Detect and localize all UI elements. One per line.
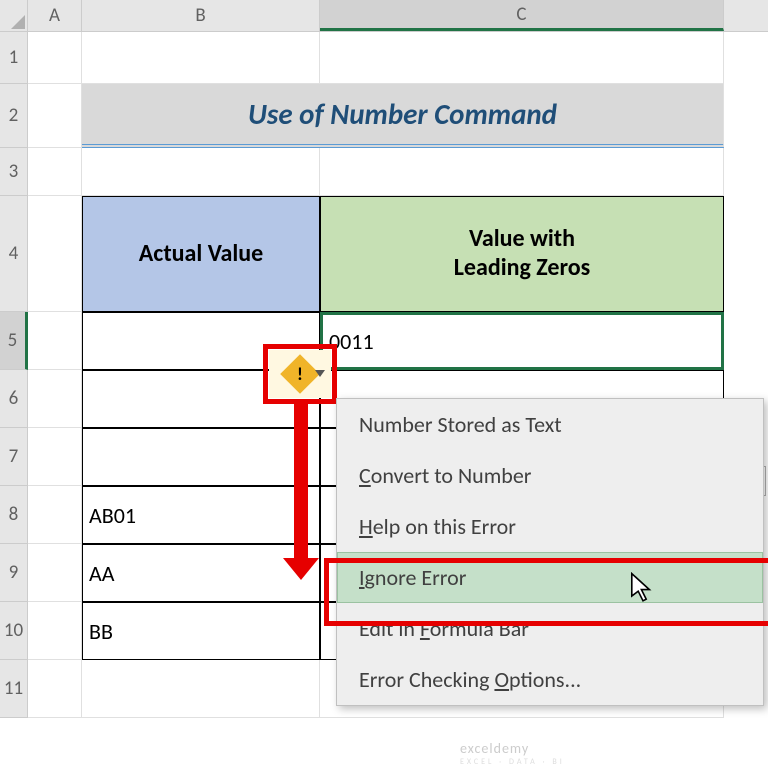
row-header-9[interactable]: 9 (0, 544, 28, 602)
cell-a8[interactable] (28, 486, 82, 544)
cell-b3[interactable] (82, 148, 320, 196)
cell-a2[interactable] (28, 84, 82, 148)
cell-b11[interactable] (82, 660, 320, 718)
cell-a5[interactable] (28, 312, 82, 370)
watermark: exceldemy EXCEL · DATA · BI (460, 740, 565, 767)
cell-a10[interactable] (28, 602, 82, 660)
menu-edit-formula-bar[interactable]: Edit in Formula Bar (337, 603, 763, 654)
mouse-cursor-icon (630, 572, 656, 612)
menu-help-on-error[interactable]: Help on this Error (337, 501, 763, 552)
chevron-down-icon (315, 370, 325, 377)
select-all-corner[interactable] (0, 0, 28, 31)
menu-number-stored-as-text[interactable]: Number Stored as Text (337, 399, 763, 450)
header-actual-value[interactable]: Actual Value (82, 196, 320, 312)
cell-a1[interactable] (28, 32, 82, 84)
cell-a4[interactable] (28, 196, 82, 312)
row-header-3[interactable]: 3 (0, 148, 28, 196)
row-header-2[interactable]: 2 (0, 84, 28, 148)
menu-underline-h: H (359, 513, 373, 540)
col-header-b[interactable]: B (82, 0, 320, 31)
cell-a7[interactable] (28, 428, 82, 486)
col-header-c[interactable]: C (320, 0, 724, 31)
cell-a11[interactable] (28, 660, 82, 718)
cell-a9[interactable] (28, 544, 82, 602)
cell-c3[interactable] (320, 148, 724, 196)
col-header-a[interactable]: A (28, 0, 82, 31)
column-headers: A B C (0, 0, 768, 32)
header-leading-zeros[interactable]: Value with Leading Zeros (320, 196, 724, 312)
row-header-8[interactable]: 8 (0, 486, 28, 544)
cell-b7[interactable] (82, 428, 320, 486)
title-cell[interactable]: Use of Number Command (82, 84, 724, 148)
row-header-10[interactable]: 10 (0, 602, 28, 660)
menu-error-checking-options[interactable]: Error Checking Options... (337, 654, 763, 705)
row-header-11[interactable]: 11 (0, 660, 28, 718)
row-header-6[interactable]: 6 (0, 370, 28, 428)
menu-underline-f: F (420, 615, 430, 642)
menu-underline-c: C (359, 462, 371, 489)
cell-b10[interactable]: BB (82, 602, 320, 660)
cell-c5[interactable]: 0011 (320, 312, 724, 370)
row-header-1[interactable]: 1 (0, 32, 28, 84)
row-header-4[interactable]: 4 (0, 196, 28, 312)
warning-icon: ! (280, 354, 320, 394)
error-smart-tag[interactable]: ! (269, 350, 331, 398)
cell-b1[interactable] (82, 32, 320, 84)
menu-convert-to-number[interactable]: Convert to Number (337, 450, 763, 501)
menu-ignore-error[interactable]: Ignore Error (337, 552, 763, 603)
cell-b8[interactable]: AB01 (82, 486, 320, 544)
error-context-menu: Number Stored as Text Convert to Number … (336, 398, 764, 706)
cell-a3[interactable] (28, 148, 82, 196)
cell-a6[interactable] (28, 370, 82, 428)
menu-underline-o: O (494, 666, 509, 693)
row-header-7[interactable]: 7 (0, 428, 28, 486)
row-header-5[interactable]: 5 (0, 312, 28, 370)
header-c-line2: Leading Zeros (454, 253, 590, 282)
cell-c1[interactable] (320, 32, 724, 84)
annotation-arrow (294, 404, 308, 560)
header-c-line1: Value with (469, 224, 575, 253)
